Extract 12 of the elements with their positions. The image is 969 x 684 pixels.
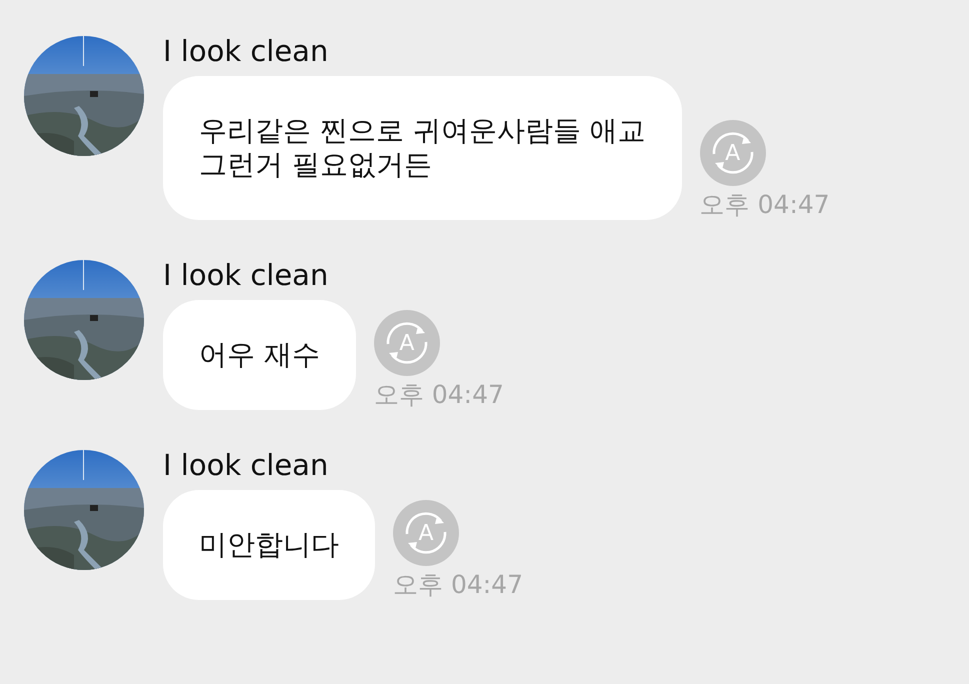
sender-name: I look clean xyxy=(163,36,330,66)
timestamp: 오후 04:47 xyxy=(700,190,830,220)
timestamp: 오후 04:47 xyxy=(374,380,504,410)
sender-name: I look clean xyxy=(163,450,330,480)
translate-button[interactable]: A xyxy=(700,120,766,186)
message-bubble: 어우 재수 xyxy=(163,300,356,410)
sender-name: I look clean xyxy=(163,260,330,290)
message-bubble: 우리같은 찐으로 귀여운사람들 애교 그런거 필요없거든 xyxy=(163,76,682,220)
message-bubble: 미안합니다 xyxy=(163,490,375,600)
translate-button[interactable]: A xyxy=(393,500,459,566)
timestamp: 오후 04:47 xyxy=(393,570,523,600)
translate-button[interactable]: A xyxy=(374,310,440,376)
